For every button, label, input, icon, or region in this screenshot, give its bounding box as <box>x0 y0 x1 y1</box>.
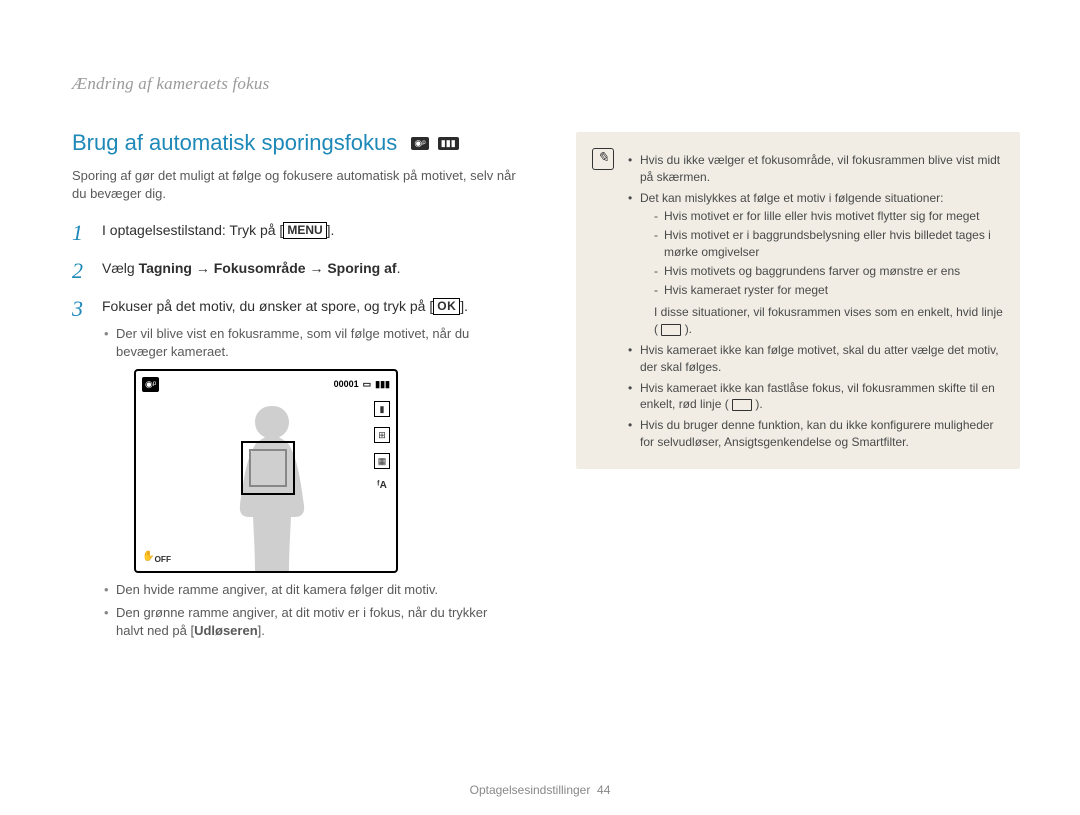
step-number: 3 <box>72 297 90 644</box>
page-footer: Optagelsesindstillinger 44 <box>0 782 1080 799</box>
note-icon: ✎ <box>592 148 614 170</box>
breadcrumb: Ændring af kameraets fokus <box>72 72 516 96</box>
lede-text: Sporing af gør det muligt at følge og fo… <box>72 167 516 203</box>
sub-list: Der vil blive vist en fokusramme, som vi… <box>102 325 516 361</box>
red-frame-icon <box>732 399 752 411</box>
step-body: Fokuser på det motiv, du ønsker at spore… <box>102 297 516 644</box>
step-number: 1 <box>72 221 90 245</box>
battery-icon: ▮▮▮ <box>375 378 390 391</box>
menu-button-label: MENU <box>283 222 326 239</box>
frame-counter: 00001 <box>334 378 359 391</box>
camera-mode-icon: ◉ᵖ <box>411 137 428 150</box>
step-3: 3 Fokuser på det motiv, du ønsker at spo… <box>72 297 516 644</box>
note-dash: Hvis kameraet ryster for meget <box>654 282 1004 299</box>
step-number: 2 <box>72 259 90 283</box>
note-summary: I disse situationer, vil fokusrammen vis… <box>654 304 1004 338</box>
note-body: Hvis du ikke vælger et fokusområde, vil … <box>628 148 1004 455</box>
camera-mode-icon: ◉ᵖ <box>142 377 159 392</box>
note-dash: Hvis motivet er i baggrundsbelysning ell… <box>654 227 1004 261</box>
side-icon: ▮ <box>374 401 390 417</box>
note-bullet: Hvis kameraet ikke kan følge motivet, sk… <box>628 342 1004 376</box>
flash-auto-icon: ᶠA <box>377 479 387 493</box>
step-path: Tagning → Fokusområde → Sporing af <box>139 260 397 276</box>
video-mode-icon: ▮▮▮ <box>438 137 459 150</box>
sub-list: Den hvide ramme angiver, at dit kamera f… <box>102 581 516 640</box>
footer-section: Optagelsesindstillinger <box>470 783 591 797</box>
note-dash: Hvis motivet er for lille eller hvis mot… <box>654 208 1004 225</box>
step-1: 1 I optagelsestilstand: Tryk på [MENU]. <box>72 221 516 245</box>
ok-button-label: OK <box>433 298 460 315</box>
camera-preview-figure: ◉ᵖ 00001 ▭ ▮▮▮ ▮ ⊞ ▦ ᶠA <box>134 369 398 573</box>
steps-list: 1 I optagelsestilstand: Tryk på [MENU]. … <box>72 221 516 644</box>
stabilizer-off-icon: ✋OFF <box>142 550 171 566</box>
step-2: 2 Vælg Tagning → Fokusområde → Sporing a… <box>72 259 516 283</box>
sub-bullet: Den grønne ramme angiver, at dit motiv e… <box>116 604 516 640</box>
note-bullet: Det kan mislykkes at følge et motiv i fø… <box>628 190 1004 338</box>
note-bullet: Hvis kameraet ikke kan fastlåse fokus, v… <box>628 380 1004 414</box>
step-body: Vælg Tagning → Fokusområde → Sporing af. <box>102 259 516 283</box>
step-body: I optagelsestilstand: Tryk på [MENU]. <box>102 221 516 245</box>
side-icon: ▦ <box>374 453 390 469</box>
storage-icon: ▭ <box>363 378 372 391</box>
sub-bullet: Der vil blive vist en fokusramme, som vi… <box>116 325 516 361</box>
focus-frame <box>241 441 295 495</box>
note-bullet: Hvis du ikke vælger et fokusområde, vil … <box>628 152 1004 186</box>
title-mode-icons: ◉ᵖ ▮▮▮ <box>411 128 461 159</box>
note-bullet: Hvis du bruger denne funktion, kan du ik… <box>628 417 1004 451</box>
note-dash: Hvis motivets og baggrundens farver og m… <box>654 263 1004 280</box>
sub-bullet: Den hvide ramme angiver, at dit kamera f… <box>116 581 516 599</box>
side-icon: ⊞ <box>374 427 390 443</box>
footer-page-number: 44 <box>597 783 610 797</box>
page-title: Brug af automatisk sporingsfokus ◉ᵖ ▮▮▮ <box>72 128 516 159</box>
white-frame-icon <box>661 324 681 336</box>
info-note: ✎ Hvis du ikke vælger et fokusområde, vi… <box>576 132 1020 469</box>
title-text: Brug af automatisk sporingsfokus <box>72 130 397 155</box>
